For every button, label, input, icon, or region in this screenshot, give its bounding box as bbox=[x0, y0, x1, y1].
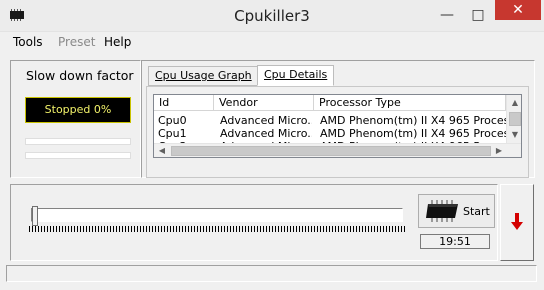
slider-ticks bbox=[29, 226, 405, 232]
table-row[interactable]: Cpu0 Advanced Micro... AMD Phenom(tm) II… bbox=[154, 114, 506, 127]
start-button-label: Start bbox=[463, 205, 490, 218]
minimize-button[interactable]: — bbox=[432, 1, 462, 29]
cell-processor-type: AMD Phenom(tm) II X4 965 Processor bbox=[320, 127, 506, 140]
menu-preset[interactable]: Preset bbox=[58, 35, 95, 49]
tab-cpu-usage-graph[interactable]: Cpu Usage Graph bbox=[148, 66, 259, 86]
close-button[interactable]: ✕ bbox=[495, 0, 541, 20]
status-bar bbox=[6, 265, 537, 282]
cell-processor-type: AMD Phenom(tm) II X4 965 Processor bbox=[320, 114, 506, 127]
scroll-down-arrow-icon[interactable]: ▼ bbox=[508, 128, 521, 142]
cell-vendor: Advanced Micro... bbox=[220, 114, 312, 127]
scroll-right-arrow-icon[interactable]: ▶ bbox=[492, 144, 506, 157]
status-display: Stopped 0% bbox=[25, 97, 131, 123]
column-header-processor-type[interactable]: Processor Type bbox=[314, 95, 506, 111]
horizontal-scrollbar[interactable]: ◀ ▶ bbox=[154, 143, 521, 157]
menu-help[interactable]: Help bbox=[104, 35, 131, 49]
slow-down-title: Slow down factor bbox=[26, 68, 134, 83]
start-button[interactable]: Start bbox=[418, 194, 495, 228]
indicator-bar-2 bbox=[25, 152, 131, 159]
table-row[interactable]: Cpu1 Advanced Micro... AMD Phenom(tm) II… bbox=[154, 127, 506, 140]
menu-tools[interactable]: Tools bbox=[13, 35, 43, 49]
tab-cpu-details[interactable]: Cpu Details bbox=[257, 65, 335, 86]
cell-id: Cpu0 bbox=[158, 114, 187, 127]
vertical-scrollbar[interactable]: ▲ ▼ bbox=[506, 95, 521, 143]
vertical-scroll-thumb[interactable] bbox=[509, 112, 521, 126]
down-arrow-icon bbox=[511, 213, 523, 231]
scroll-left-arrow-icon[interactable]: ◀ bbox=[155, 144, 169, 157]
clock-display: 19:51 bbox=[420, 234, 490, 249]
cpu-chip-icon bbox=[425, 199, 461, 223]
minimize-to-tray-button[interactable] bbox=[500, 184, 534, 261]
slowdown-slider-track[interactable] bbox=[31, 208, 403, 222]
horizontal-scroll-thumb[interactable] bbox=[171, 146, 491, 156]
column-header-id[interactable]: Id bbox=[154, 95, 214, 111]
cpu-details-table: Id Vendor Processor Type Cpu0 Advanced M… bbox=[153, 94, 522, 158]
column-header-vendor[interactable]: Vendor bbox=[214, 95, 314, 111]
indicator-bar-1 bbox=[25, 138, 131, 145]
maximize-button[interactable]: □ bbox=[463, 1, 493, 29]
scroll-up-arrow-icon[interactable]: ▲ bbox=[508, 96, 521, 110]
cell-vendor: Advanced Micro... bbox=[220, 127, 312, 140]
cell-id: Cpu1 bbox=[158, 127, 187, 140]
slider-handle[interactable] bbox=[32, 206, 38, 226]
